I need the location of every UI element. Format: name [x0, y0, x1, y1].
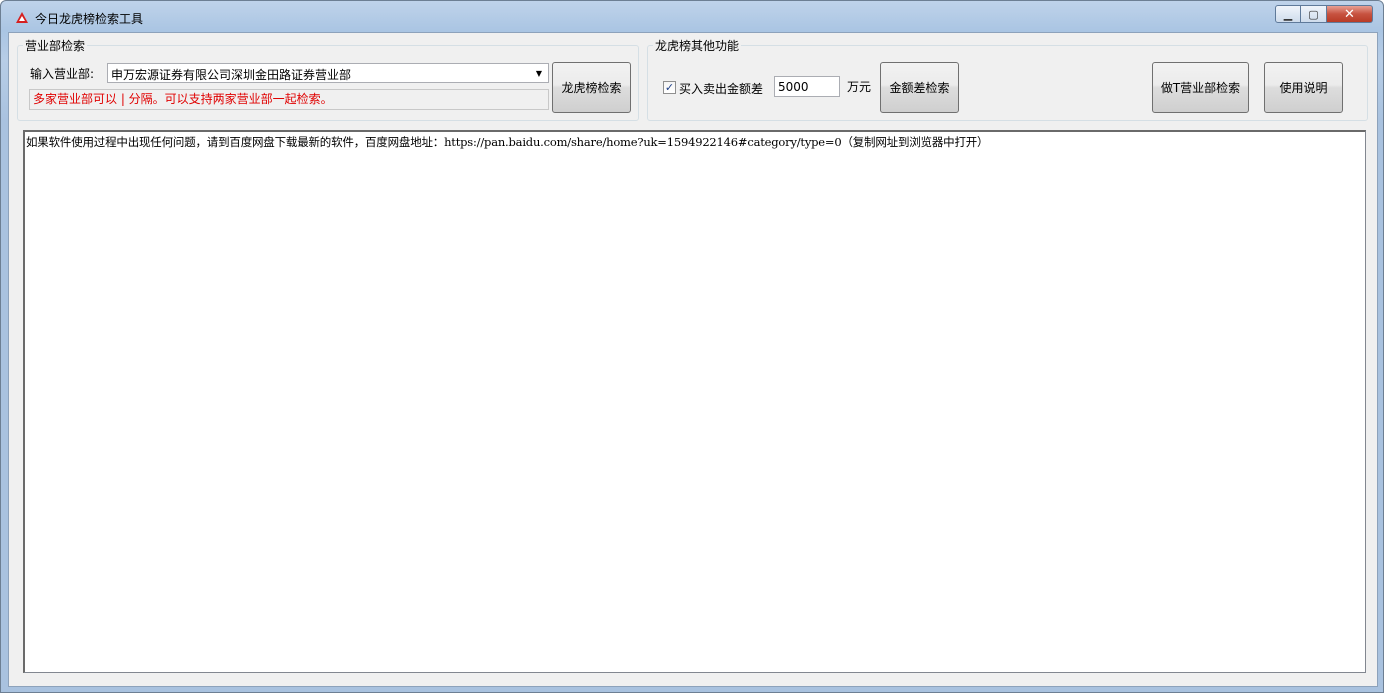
maximize-icon: ▢: [1308, 7, 1319, 21]
branch-input-label: 输入营业部:: [30, 67, 95, 81]
chevron-down-icon[interactable]: ▼: [532, 66, 546, 80]
amount-input[interactable]: [774, 76, 840, 97]
app-logo-icon: [16, 12, 28, 23]
amount-diff-search-button[interactable]: 金额差检索: [880, 62, 959, 113]
log-textarea[interactable]: 如果软件使用过程中出现任何问题，请到百度网盘下载最新的软件，百度网盘地址：htt…: [23, 130, 1366, 673]
amount-unit-label: 万元: [847, 80, 872, 94]
branch-hint: 多家营业部可以 | 分隔。可以支持两家营业部一起检索。: [29, 89, 549, 110]
client-area: 营业部检索 输入营业部: 申万宏源证券有限公司深圳金田路证券营业部 ▼ 多家营业…: [8, 32, 1378, 687]
dragon-tiger-search-button[interactable]: 龙虎榜检索: [552, 62, 631, 113]
maximize-button[interactable]: ▢: [1301, 5, 1327, 23]
log-text: 如果软件使用过程中出现任何问题，请到百度网盘下载最新的软件，百度网盘地址：htt…: [26, 135, 989, 149]
amount-diff-checkbox-label[interactable]: 买入卖出金额差: [679, 80, 763, 97]
title-bar[interactable]: 今日龙虎榜检索工具 ▁ ▢ ✕: [1, 1, 1383, 33]
app-window: 今日龙虎榜检索工具 ▁ ▢ ✕ 营业部检索 输入营业部: 申万宏源证券有限公司深…: [0, 0, 1384, 693]
close-icon: ✕: [1344, 6, 1355, 22]
window-title: 今日龙虎榜检索工具: [35, 12, 144, 26]
branch-combobox[interactable]: 申万宏源证券有限公司深圳金田路证券营业部 ▼: [107, 63, 549, 83]
t-trading-branch-search-button[interactable]: 做T营业部检索: [1152, 62, 1249, 113]
minimize-button[interactable]: ▁: [1275, 5, 1301, 23]
other-functions-group: 龙虎榜其他功能: [647, 37, 1368, 121]
help-button[interactable]: 使用说明: [1264, 62, 1343, 113]
close-button[interactable]: ✕: [1327, 5, 1373, 23]
other-functions-group-title: 龙虎榜其他功能: [655, 39, 740, 53]
window-controls: ▁ ▢ ✕: [1275, 5, 1373, 25]
branch-search-group-title: 营业部检索: [25, 39, 86, 53]
checkmark-icon: ✓: [664, 81, 675, 94]
minimize-icon: ▁: [1283, 7, 1293, 21]
branch-combobox-value: 申万宏源证券有限公司深圳金田路证券营业部: [111, 68, 352, 82]
amount-diff-checkbox[interactable]: ✓: [663, 81, 676, 94]
